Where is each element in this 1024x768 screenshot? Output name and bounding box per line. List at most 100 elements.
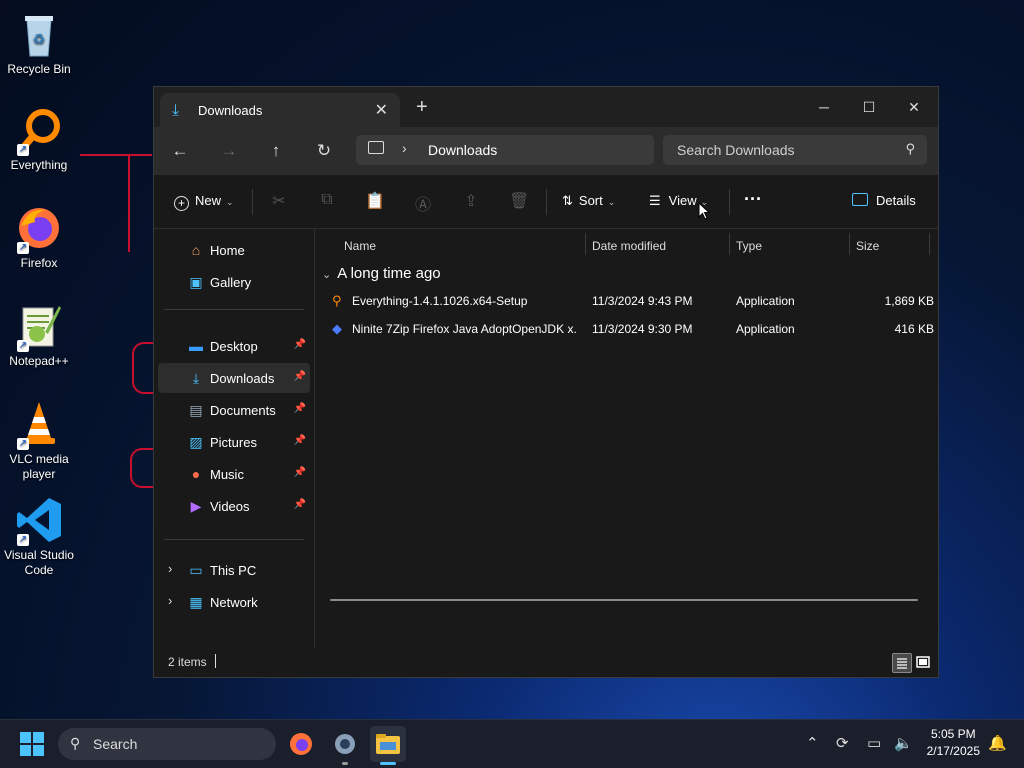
item-count: 2 items [168,655,207,669]
sidebar-item-home[interactable]: ⌂ Home [158,235,310,265]
sync-icon[interactable]: ⟳ [836,734,849,752]
cut-icon[interactable]: ✂ [269,191,289,211]
column-header-date-modified[interactable]: Date modified [592,239,666,253]
taskbar: ⚲ Search ⌃ ⟳ ▭ 🔈 5:05 PM 2/17/2025 🔔 [0,719,1024,768]
delete-icon[interactable]: 🗑 [509,191,529,211]
file-explorer-window: ⤓ Downloads ✕ + ─ ☐ ✕ ← → ↑ ↻ › Download… [153,86,939,678]
taskbar-firefox-button[interactable] [283,726,319,762]
chevron-right-icon: › [402,140,407,156]
sort-label: Sort [578,193,603,208]
maximize-button[interactable]: ☐ [847,93,891,121]
share-icon[interactable]: ⇪ [461,191,481,211]
taskbar-file-explorer-button[interactable] [370,726,406,765]
new-button[interactable]: + New ⌄ [174,193,234,211]
horizontal-scrollbar[interactable] [330,599,918,601]
details-pane-icon [852,193,868,206]
desktop-icon-everything[interactable]: ↗ Everything [0,106,78,173]
pin-icon: 📌 [293,467,306,478]
sidebar-item-downloads[interactable]: ⤓ Downloads 📌 [158,363,310,393]
tiles-view-icon [916,656,930,668]
monitor-icon [368,141,384,154]
group-header[interactable]: ⌄ A long time ago [322,265,441,282]
sidebar-item-label: Pictures [210,435,257,450]
file-type: Application [736,294,795,308]
network-status-icon[interactable]: ▭ [867,734,881,752]
sidebar-item-music[interactable]: ● Music 📌 [158,459,310,489]
refresh-button[interactable]: ↻ [312,140,336,164]
more-options-button[interactable]: ··· [744,189,762,210]
copy-icon[interactable]: ⧉ [317,191,337,209]
breadcrumb-downloads[interactable]: Downloads [428,142,497,158]
desktop-icon-label: Everything [10,158,68,172]
desktop-icon-recycle-bin[interactable]: ♻ Recycle Bin [0,10,78,77]
music-icon: ● [191,466,201,482]
desktop-folder-icon: ▬ [189,338,203,354]
divider [164,539,304,540]
forward-button[interactable]: → [217,140,241,164]
download-icon: ⤓ [192,370,200,386]
this-pc-icon: ▭ [189,562,203,578]
sidebar-item-gallery[interactable]: ▣ Gallery [158,267,310,297]
back-button[interactable]: ← [168,140,192,164]
desktop-icon-label: Notepad++ [9,354,69,368]
column-separator [929,233,930,255]
sort-button[interactable]: ⇅ Sort ⌄ [562,193,615,209]
expand-chevron-icon[interactable]: › [168,593,172,608]
ninite-file-icon: ◆ [332,321,342,336]
sidebar-item-documents[interactable]: ▤ Documents 📌 [158,395,310,425]
expand-chevron-icon[interactable]: › [168,561,172,576]
taskbar-search-box[interactable]: ⚲ Search [58,728,276,760]
sidebar-item-label: Desktop [210,339,258,354]
taskbar-settings-button[interactable] [327,726,363,765]
up-button[interactable]: ↑ [264,140,288,164]
details-button[interactable]: Details [852,193,916,208]
pin-icon: 📌 [293,499,306,510]
clock-time: 5:05 PM [930,727,976,741]
clock[interactable]: 5:05 PM 2/17/2025 [927,726,980,760]
close-tab-icon[interactable]: ✕ [375,100,388,120]
file-row[interactable]: ⚲ Everything-1.4.1.1026.x64-Setup 11/3/2… [328,288,934,314]
column-header-size[interactable]: Size [856,239,879,253]
sidebar-item-this-pc[interactable]: › ▭ This PC [158,555,310,585]
paste-icon[interactable]: 📋 [365,191,385,211]
pin-icon: 📌 [293,403,306,414]
firefox-icon: ↗ [15,204,63,254]
minimize-button[interactable]: ─ [802,93,846,121]
start-button[interactable] [20,732,44,756]
vlc-cone-icon: ↗ [15,400,63,450]
sidebar-item-desktop[interactable]: ▬ Desktop 📌 [158,331,310,361]
chevron-down-icon: ⌄ [322,269,332,281]
pin-icon: 📌 [293,435,306,446]
notifications-bell-icon[interactable]: 🔔 [988,734,1007,752]
desktop-icon-notepadpp[interactable]: ↗ Notepad++ [0,302,78,369]
volume-muted-icon[interactable]: 🔈 [894,734,913,752]
sidebar-item-pictures[interactable]: ▨ Pictures 📌 [158,427,310,457]
tab-downloads[interactable]: ⤓ Downloads ✕ [160,93,400,127]
sidebar-item-videos[interactable]: ▶ Videos 📌 [158,491,310,521]
search-input[interactable]: Search Downloads ⚲ [663,135,927,165]
shortcut-arrow-icon: ↗ [17,242,29,254]
rename-icon[interactable]: Ⓐ [413,191,433,215]
shortcut-arrow-icon: ↗ [17,438,29,450]
details-view-button[interactable] [892,653,912,673]
desktop-icon-vlc[interactable]: ↗ VLC media player [0,400,78,482]
file-row[interactable]: ◆ Ninite 7Zip Firefox Java AdoptOpenJDK … [328,316,934,342]
column-header-type[interactable]: Type [736,239,762,253]
address-bar[interactable]: › Downloads [356,135,654,165]
annotation-stroke [80,154,152,156]
close-window-button[interactable]: ✕ [892,93,936,121]
column-separator [849,233,850,255]
new-tab-button[interactable]: + [416,97,428,117]
file-date: 11/3/2024 9:43 PM [592,294,693,308]
sidebar-item-network[interactable]: › ▦ Network [158,587,310,617]
column-header-name[interactable]: Name [344,239,376,253]
separator [729,189,730,215]
show-hidden-icons-chevron[interactable]: ⌃ [806,734,819,752]
desktop-icon-firefox[interactable]: ↗ Firefox [0,204,78,271]
network-icon: ▦ [189,594,203,610]
vscode-icon: ↗ [15,496,63,546]
tiles-view-button[interactable] [914,653,932,671]
desktop-icon-label: Recycle Bin [7,62,71,76]
desktop-icon-vscode[interactable]: ↗ Visual Studio Code [0,496,78,578]
view-lines-icon: ☰ [649,193,661,208]
